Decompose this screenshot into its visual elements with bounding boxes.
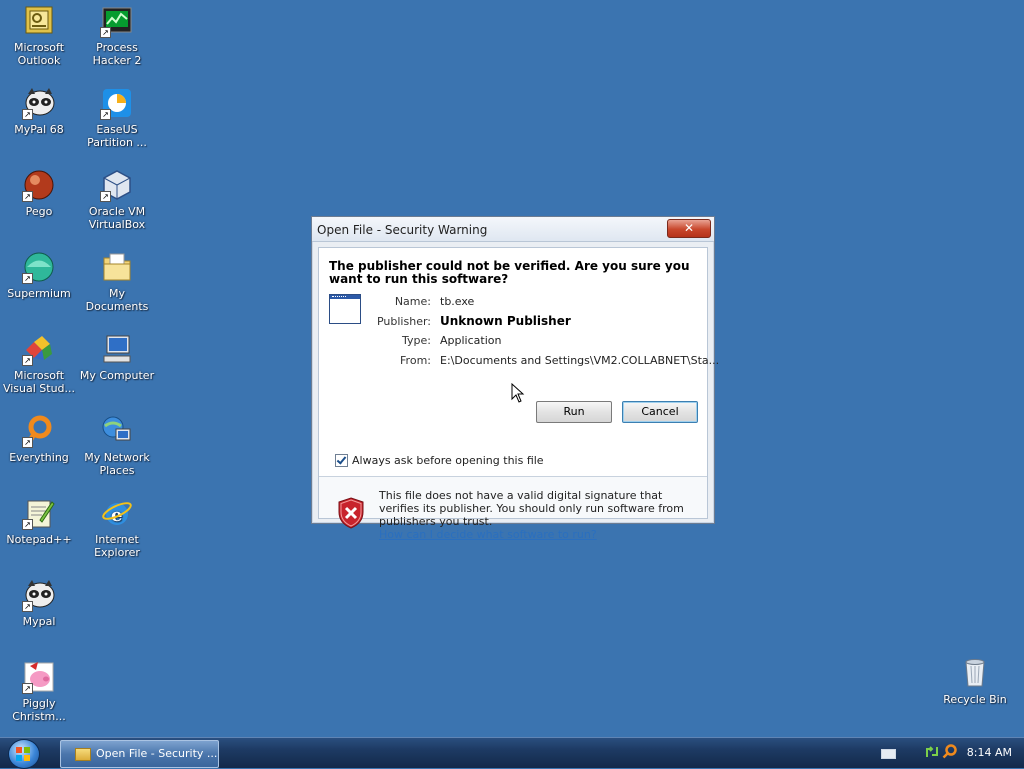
file-details: Name: tb.exe Publisher: Unknown Publishe… xyxy=(371,292,719,370)
desktop-icon-label: EaseUS Partition ... xyxy=(87,123,147,149)
field-label: From: xyxy=(400,353,431,367)
folder-icon xyxy=(100,250,134,284)
warning-area: This file does not have a valid digital … xyxy=(319,477,707,541)
desktop-icon-label: Process Hacker 2 xyxy=(92,41,142,67)
field-value: Application xyxy=(440,334,502,348)
desktop-icon-virtualbox[interactable]: ↗ Oracle VM VirtualBox xyxy=(78,168,156,231)
process-hacker-icon: ↗ xyxy=(100,4,134,38)
outlook-icon xyxy=(22,4,56,38)
pego-icon: ↗ xyxy=(22,168,56,202)
mypal-icon: ↗ xyxy=(22,578,56,612)
piggly-icon: ↗ xyxy=(22,660,56,694)
desktop-icon-notepad-plus-plus[interactable]: ↗ Notepad++ xyxy=(0,496,78,546)
desktop-icon-my-documents[interactable]: My Documents xyxy=(78,250,156,313)
desktop-icon-label: MyPal 68 xyxy=(14,123,64,136)
desktop-icon-label: Supermium xyxy=(7,287,71,300)
desktop-icon-easeus[interactable]: ↗ EaseUS Partition ... xyxy=(78,86,156,149)
desktop-icon-label: Mypal xyxy=(22,615,56,628)
desktop-icon-internet-explorer[interactable]: e Internet Explorer xyxy=(78,496,156,559)
desktop-icon-everything[interactable]: ↗ Everything xyxy=(0,414,78,464)
desktop-icon-supermium[interactable]: ↗ Supermium xyxy=(0,250,78,300)
windows-logo-icon xyxy=(16,747,30,761)
mypal-icon: ↗ xyxy=(22,86,56,120)
clock[interactable]: 8:14 AM xyxy=(967,746,1012,759)
visual-studio-icon: ↗ xyxy=(22,332,56,366)
supermium-icon: ↗ xyxy=(22,250,56,284)
notepad-plus-plus-icon: ↗ xyxy=(22,496,56,530)
field-value: E:\Documents and Settings\VM2.COLLABNET\… xyxy=(440,353,720,367)
desktop-icon-label: Internet Explorer xyxy=(94,533,140,559)
desktop-icon-label: My Computer xyxy=(79,369,155,382)
desktop-icon-label: Microsoft Visual Stud... xyxy=(2,369,76,395)
desktop-icon-label: Oracle VM VirtualBox xyxy=(88,205,146,231)
keyboard-icon[interactable] xyxy=(881,749,896,759)
application-file-icon xyxy=(329,294,361,324)
desktop-icon-visual-studio[interactable]: ↗ Microsoft Visual Stud... xyxy=(0,332,78,395)
start-button[interactable] xyxy=(8,739,40,769)
desktop-icon-mypal-68[interactable]: ↗ MyPal 68 xyxy=(0,86,78,136)
desktop-icon-label: Everything xyxy=(9,451,69,464)
taskbar-button-label: Open File - Security ... xyxy=(96,747,218,760)
desktop: { "desktop": { "icons": [ {"label": "Mic… xyxy=(0,0,1024,769)
everything-icon: ↗ xyxy=(22,414,56,448)
taskbar: Open File - Security ... 8:14 AM xyxy=(0,737,1024,769)
desktop-icon-pego[interactable]: ↗ Pego xyxy=(0,168,78,218)
field-label: Publisher: xyxy=(376,314,431,328)
desktop-icon-mypal[interactable]: ↗ Mypal xyxy=(0,578,78,628)
field-from: From: E:\Documents and Settings\VM2.COLL… xyxy=(371,351,719,371)
desktop-icon-label: Pego xyxy=(25,205,53,218)
warning-text-block: This file does not have a valid digital … xyxy=(379,489,699,541)
security-warning-dialog: Open File - Security Warning ✕ The publi… xyxy=(311,216,719,541)
always-ask-checkbox[interactable] xyxy=(335,454,348,467)
always-ask-label: Always ask before opening this file xyxy=(352,454,544,467)
shield-warning-icon xyxy=(338,497,364,529)
field-value: Unknown Publisher xyxy=(440,314,571,329)
help-link[interactable]: How can I decide what software to run? xyxy=(379,528,699,541)
recycle-bin-icon xyxy=(958,656,992,690)
desktop-icon-label: My Network Places xyxy=(84,451,150,477)
field-name: Name: tb.exe xyxy=(371,292,719,312)
run-button[interactable]: Run xyxy=(536,401,612,423)
field-type: Type: Application xyxy=(371,331,719,351)
close-button[interactable]: ✕ xyxy=(667,219,711,238)
close-icon: ✕ xyxy=(683,221,695,235)
easeus-icon: ↗ xyxy=(100,86,134,120)
desktop-icon-my-network-places[interactable]: My Network Places xyxy=(78,414,156,477)
desktop-icon-my-computer[interactable]: My Computer xyxy=(78,332,156,382)
desktop-icon-label: My Documents xyxy=(85,287,149,313)
field-label: Name: xyxy=(394,295,431,309)
desktop-icon-label: Microsoft Outlook xyxy=(13,41,65,67)
taskbar-button-security-warning[interactable]: Open File - Security ... xyxy=(60,740,219,768)
field-value: tb.exe xyxy=(440,295,475,309)
mouse-cursor-icon xyxy=(511,383,525,403)
dialog-title: Open File - Security Warning xyxy=(317,223,488,237)
field-label: Type: xyxy=(402,334,431,348)
always-ask-checkbox-row[interactable]: Always ask before opening this file xyxy=(335,454,544,467)
desktop-icon-label: Recycle Bin xyxy=(943,693,1007,706)
desktop-icon-process-hacker[interactable]: ↗ Process Hacker 2 xyxy=(78,4,156,67)
field-publisher: Publisher: Unknown Publisher xyxy=(371,312,719,332)
search-icon[interactable] xyxy=(942,744,957,759)
warning-text: This file does not have a valid digital … xyxy=(379,489,684,528)
desktop-icon-label: Notepad++ xyxy=(6,533,72,546)
desktop-icon-recycle-bin[interactable]: Recycle Bin xyxy=(936,656,1014,706)
desktop-icon-microsoft-outlook[interactable]: Microsoft Outlook xyxy=(0,4,78,67)
network-status-icon[interactable] xyxy=(925,745,939,759)
internet-explorer-icon: e xyxy=(100,496,134,530)
computer-icon xyxy=(100,332,134,366)
network-icon xyxy=(100,414,134,448)
desktop-icon-label: Piggly Christm... xyxy=(12,697,66,723)
folder-icon xyxy=(75,747,91,761)
cancel-button[interactable]: Cancel xyxy=(622,401,698,423)
virtualbox-icon: ↗ xyxy=(100,168,134,202)
desktop-icon-piggly[interactable]: ↗ Piggly Christm... xyxy=(0,660,78,723)
dialog-headline: The publisher could not be verified. Are… xyxy=(329,259,690,286)
dialog-titlebar[interactable]: Open File - Security Warning ✕ xyxy=(312,217,714,242)
